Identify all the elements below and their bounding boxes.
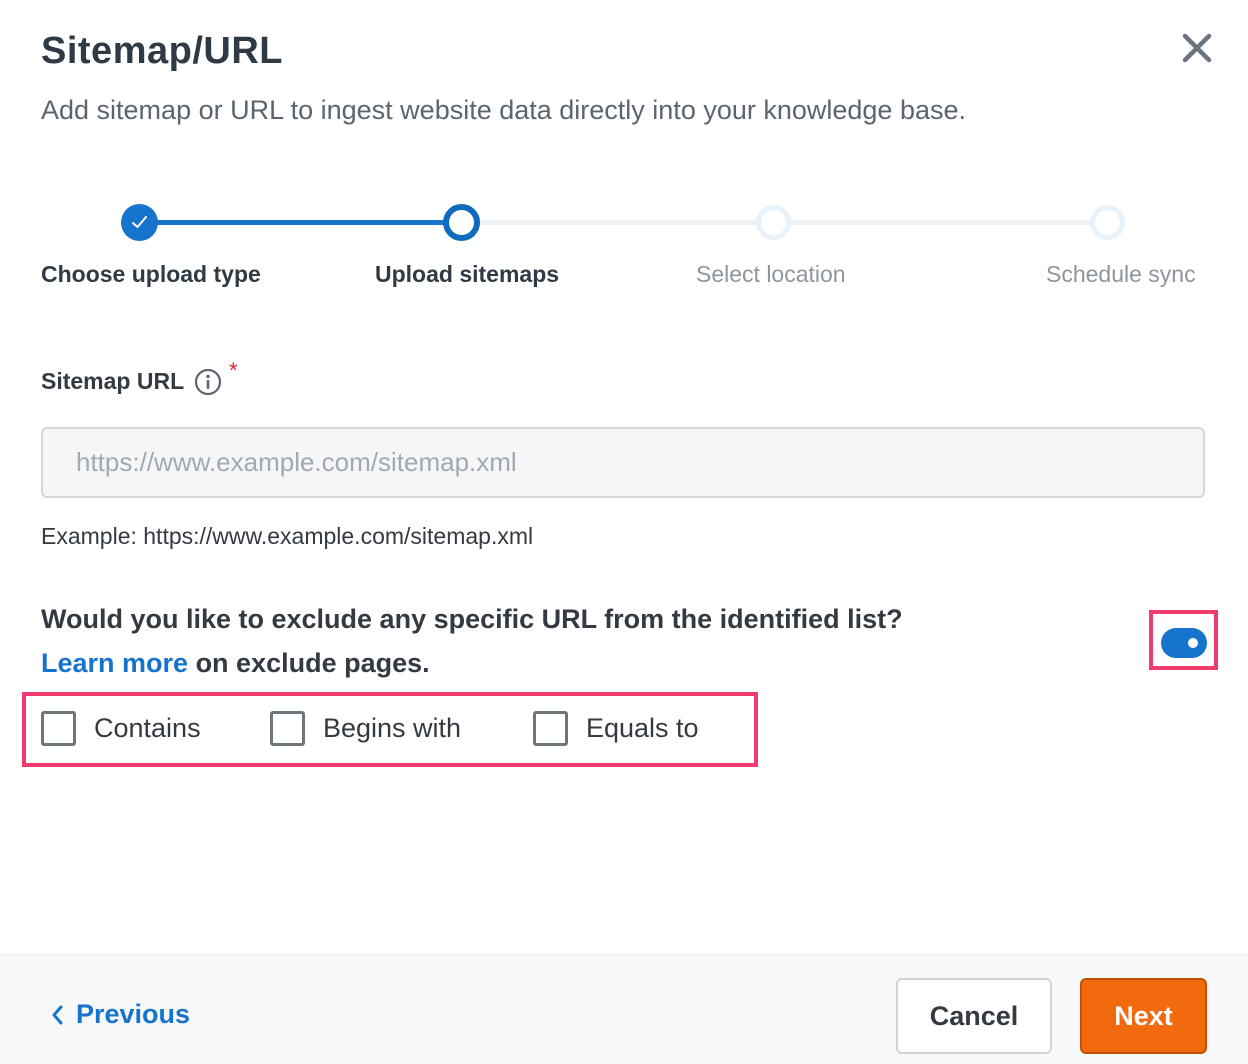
checkbox-label: Equals to (586, 713, 699, 743)
close-icon[interactable] (1177, 28, 1217, 68)
checkbox-box[interactable] (41, 711, 76, 746)
chevron-left-icon (52, 1005, 63, 1024)
step-label-select-location: Select location (696, 261, 846, 287)
stepper-track-completed (140, 220, 462, 225)
stepper: Choose upload type Upload sitemaps Selec… (0, 195, 1248, 305)
toggle-knob (1188, 638, 1198, 648)
sitemap-dialog: Sitemap/URL Add sitemap or URL to ingest… (0, 0, 1248, 1064)
learn-more-line: Learn more on exclude pages. (41, 648, 430, 679)
sitemap-url-hint: Example: https://www.example.com/sitemap… (41, 523, 534, 549)
cancel-button[interactable]: Cancel (896, 978, 1052, 1054)
previous-button[interactable]: Previous (50, 999, 190, 1030)
step-label-upload-sitemaps: Upload sitemaps (375, 261, 560, 287)
required-marker: * (229, 358, 238, 383)
learn-more-suffix: on exclude pages. (188, 648, 430, 678)
exclude-toggle[interactable] (1161, 628, 1207, 658)
sitemap-url-input[interactable] (41, 427, 1205, 498)
dialog-footer: Previous Cancel Next (0, 954, 1248, 1064)
step-current-indicator (443, 204, 480, 241)
sitemap-url-label: Sitemap URL (41, 368, 185, 394)
checkbox-contains[interactable]: Contains (41, 711, 201, 746)
step-label-schedule-sync: Schedule sync (1046, 261, 1196, 287)
step-completed-check-icon (121, 204, 158, 241)
step-label-choose-upload-type: Choose upload type (41, 261, 261, 287)
dialog-subtitle: Add sitemap or URL to ingest website dat… (41, 95, 967, 125)
info-icon[interactable] (194, 368, 222, 396)
dialog-title: Sitemap/URL (41, 30, 283, 72)
checkbox-label: Contains (94, 713, 201, 743)
next-button[interactable]: Next (1080, 978, 1207, 1054)
previous-label: Previous (76, 999, 191, 1029)
step-upcoming-indicator (756, 205, 791, 240)
checkbox-equals-to[interactable]: Equals to (533, 711, 699, 746)
checkbox-box[interactable] (270, 711, 305, 746)
exclude-question: Would you like to exclude any specific U… (41, 604, 903, 634)
checkbox-box[interactable] (533, 711, 568, 746)
checkbox-label: Begins with (323, 713, 462, 743)
learn-more-link[interactable]: Learn more (41, 648, 188, 678)
step-upcoming-indicator (1090, 205, 1125, 240)
checkbox-begins-with[interactable]: Begins with (270, 711, 461, 746)
